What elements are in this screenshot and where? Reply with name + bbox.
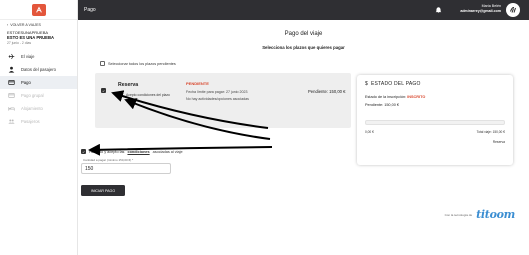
sidebar-item-label: Datos del pasajero <box>21 67 56 72</box>
back-label: VOLVER A VIAJES <box>10 23 41 27</box>
person-icon <box>8 66 15 73</box>
payment-plan-card: Reserva Acepto condiciones del plazo PEN… <box>95 73 351 128</box>
user-email: adminarrey@gmail.com <box>460 8 501 13</box>
footer-branding: Con la tecnología de titoom <box>444 208 516 221</box>
page-title: Pago del viaje <box>284 31 323 37</box>
people-icon <box>8 118 15 125</box>
plan-activities-note: No hay actividades/opciones asociadas <box>186 97 249 101</box>
sidebar-nav: El viaje Datos del pasajero Pago Pago gr… <box>0 50 77 128</box>
trip-dates: 27 junio - 2 días <box>7 41 32 45</box>
bed-icon <box>8 105 15 112</box>
sidebar-item-pago[interactable]: Pago <box>0 76 77 89</box>
main-content: Pago del viaje Selecciona los plazos que… <box>78 20 529 255</box>
app-logo-icon[interactable] <box>31 3 46 16</box>
bell-icon[interactable] <box>435 6 442 14</box>
back-to-trips-link[interactable]: ‹ VOLVER A VIAJES <box>0 20 77 28</box>
trip-code: ESTOESUNAPRUEBA <box>7 30 49 35</box>
checkbox-checked-icon <box>118 92 123 97</box>
card-icon <box>8 79 15 86</box>
terms-checkbox[interactable]: He leído y acepto las condiciones asocia… <box>81 149 183 154</box>
sidebar-item-label: Pasajeros <box>21 119 40 124</box>
terms-suffix: asociadas al viaje <box>152 149 183 154</box>
sidebar-item-label: El viaje <box>21 54 35 59</box>
company-logo-icon[interactable] <box>506 3 520 17</box>
sidebar-item-alojamiento[interactable]: Alojamiento <box>0 102 77 115</box>
select-all-label: Seleccionar todos los plazos pendientes <box>108 61 176 66</box>
top-bar: Pago María Belén adminarrey@gmail.com <box>78 0 529 20</box>
amount-label: Cantidad a pagar (mínimo 150,00 €) * <box>83 158 134 162</box>
accept-conditions-checkbox[interactable]: Acepto condiciones del plazo <box>118 92 170 97</box>
sidebar-item-pago-grupal[interactable]: Pago grupal <box>0 89 77 102</box>
footer-by-label: Con la tecnología de <box>444 212 473 217</box>
plan-deadline: Fecha límite para pagar: 27 junio 2023 <box>186 90 248 94</box>
plane-icon <box>8 53 15 60</box>
payment-progress-bar <box>365 120 505 125</box>
plan-status-badge: PENDIENTE <box>186 81 209 86</box>
chevron-left-icon: ‹ <box>7 23 9 27</box>
progress-paid-amount: 0,00 € <box>365 130 374 134</box>
status-plan-link[interactable]: Reserva <box>493 140 505 144</box>
amount-input[interactable] <box>81 163 171 174</box>
plan-select-checkbox[interactable] <box>101 88 106 93</box>
inscription-label: Estado de la inscripción: <box>365 95 407 99</box>
page-subtitle: Selecciona los plazos que quieres pagar <box>262 45 345 50</box>
select-all-checkbox[interactable]: Seleccionar todos los plazos pendientes <box>100 61 176 66</box>
start-payment-button[interactable]: INICIAR PAGO <box>81 185 125 196</box>
plan-pending-amount: Pendiente: 150,00 € <box>308 89 346 94</box>
sidebar-item-label: Alojamiento <box>21 106 43 111</box>
inscription-status: Estado de la inscripción: INSCRITO <box>365 95 425 99</box>
sidebar-item-el-viaje[interactable]: El viaje <box>0 50 77 63</box>
checkbox-unchecked-icon <box>100 61 105 66</box>
sidebar-item-label: Pago <box>21 80 31 85</box>
sidebar-item-pasajeros[interactable]: Pasajeros <box>0 115 77 128</box>
progress-total-amount: Total viaje: 150,00 € <box>476 130 505 134</box>
user-info[interactable]: María Belén adminarrey@gmail.com <box>460 4 501 13</box>
status-pending: Pendiente: 150,00 € <box>365 103 399 107</box>
accept-conditions-label: Acepto condiciones del plazo <box>126 92 170 97</box>
sidebar: ‹ VOLVER A VIAJES ESTOESUNAPRUEBA ESTO E… <box>0 0 78 255</box>
status-card-header: $ ESTADO DEL PAGO <box>365 81 421 87</box>
status-card-title: ESTADO DEL PAGO <box>370 81 421 87</box>
terms-conditions-link[interactable]: condiciones <box>127 150 149 154</box>
checkbox-checked-icon <box>81 149 86 154</box>
sidebar-item-label: Pago grupal <box>21 93 44 98</box>
group-card-icon <box>8 92 15 99</box>
payment-status-card: $ ESTADO DEL PAGO Estado de la inscripci… <box>357 75 513 165</box>
inscription-value: INSCRITO <box>407 95 426 99</box>
page-title-topbar: Pago <box>84 7 96 13</box>
footer-brand-logo: titoom <box>476 208 515 221</box>
brand-area <box>0 0 77 20</box>
plan-name: Reserva <box>118 82 139 88</box>
check-icon <box>102 89 105 92</box>
dollar-icon: $ <box>365 81 368 87</box>
sidebar-item-datos-pasajero[interactable]: Datos del pasajero <box>0 63 77 76</box>
terms-prefix: He leído y acepto las <box>89 149 125 154</box>
